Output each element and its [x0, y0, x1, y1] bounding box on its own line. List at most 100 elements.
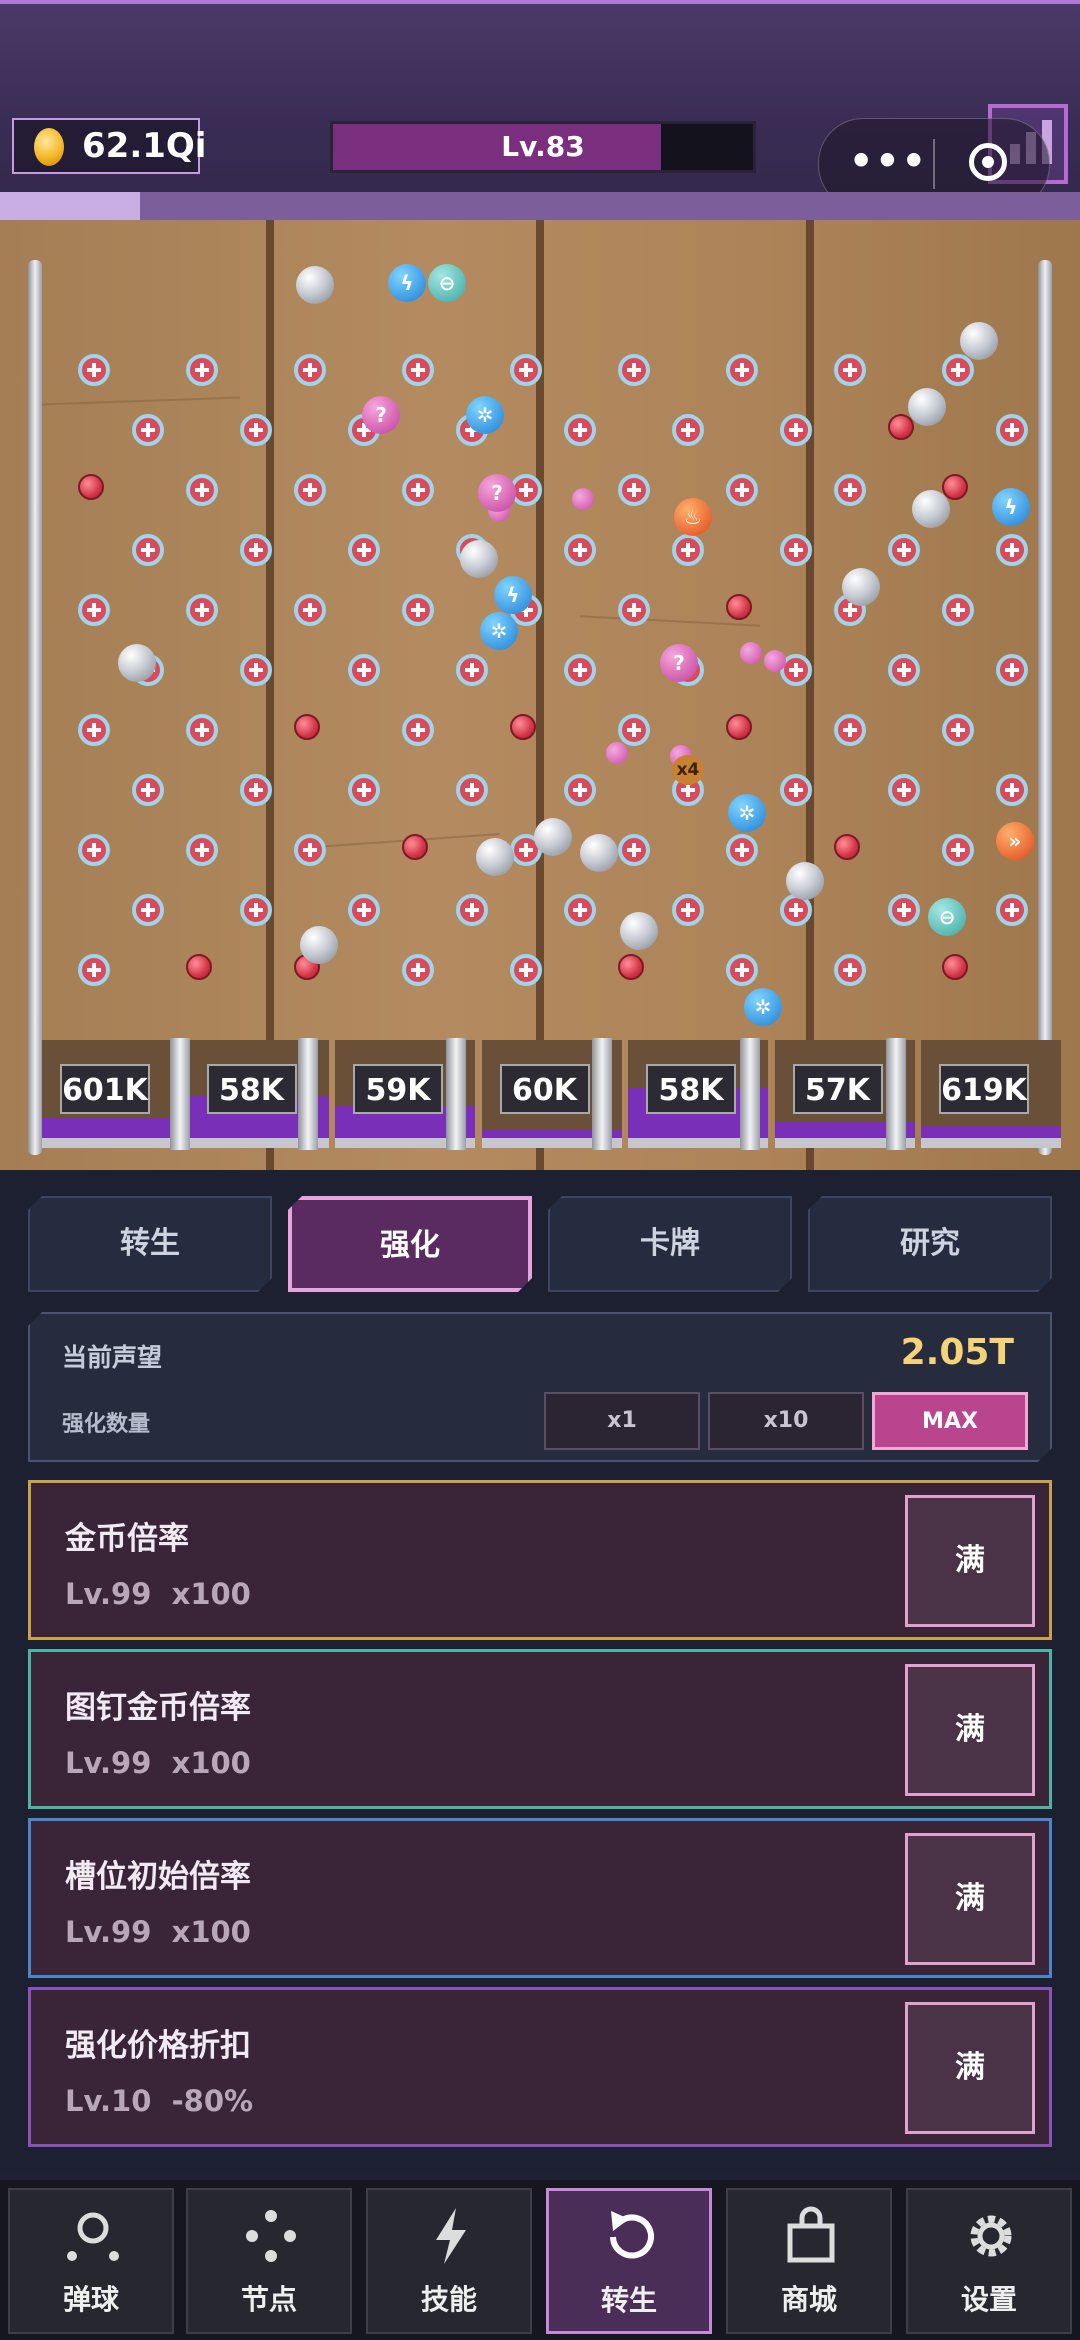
teal-orb: ⊖: [928, 898, 966, 936]
close-target-icon[interactable]: [969, 143, 1007, 181]
peg: [402, 354, 434, 386]
reputation-label: 当前声望: [62, 1343, 163, 1372]
bumper-dot: [942, 474, 968, 500]
slot-value: 58K: [206, 1064, 297, 1114]
peg: [402, 594, 434, 626]
lightning-orb: ϟ: [388, 264, 426, 302]
quantity-x10-button[interactable]: x10: [708, 1392, 864, 1450]
silver-ball: [300, 926, 338, 964]
peg: [834, 954, 866, 986]
peg: [240, 534, 272, 566]
pachinko-board[interactable]: ϟ ⊖? ✲? ♨ ϟ ϟ ✲? ✲» ⊖ ✲ 601K 58K 59K 60K 58K 57K 619K x…: [0, 220, 1080, 1170]
peg: [672, 414, 704, 446]
silver-ball: [118, 644, 156, 682]
snowflake-orb: ✲: [466, 396, 504, 434]
multiplier-badge: x4: [672, 755, 704, 785]
silver-ball: [908, 388, 946, 426]
nav-settings[interactable]: 设置: [906, 2188, 1072, 2334]
quantity-x1-button[interactable]: x1: [544, 1392, 700, 1450]
tab-rebirth[interactable]: 转生: [28, 1196, 272, 1292]
peg: [240, 654, 272, 686]
upgrade-level: Lv.99 x100: [65, 1746, 251, 1780]
quantity-label: 强化数量: [62, 1412, 151, 1437]
peg: [618, 474, 650, 506]
peg: [132, 534, 164, 566]
lightning-orb: ϟ: [494, 576, 532, 614]
silver-ball: [476, 838, 514, 876]
nav-pinball[interactable]: 弹球: [8, 2188, 174, 2334]
peg: [564, 534, 596, 566]
nav-skills[interactable]: 技能: [366, 2188, 532, 2334]
nav-shop[interactable]: 商城: [726, 2188, 892, 2334]
upgrade-card-2: 槽位初始倍率 Lv.99 x100 满: [28, 1818, 1052, 1978]
peg: [888, 534, 920, 566]
peg: [294, 354, 326, 386]
right-rail: [1038, 260, 1052, 1155]
coin-counter: 62.1Qi: [12, 118, 206, 174]
peg: [996, 654, 1028, 686]
peg: [888, 774, 920, 806]
nav-label: 节点: [240, 2283, 297, 2316]
silver-ball: [786, 862, 824, 900]
peg: [78, 594, 110, 626]
peg: [780, 774, 812, 806]
upgrade-card-0: 金币倍率 Lv.99 x100 满: [28, 1480, 1052, 1640]
peg: [348, 774, 380, 806]
peg: [456, 774, 488, 806]
peg: [834, 474, 866, 506]
peg: [942, 594, 974, 626]
fire-orb: »: [996, 822, 1034, 860]
bumper-dot: [942, 954, 968, 980]
bumper-dot: [618, 954, 644, 980]
slot-post: [740, 1038, 760, 1150]
peg: [186, 714, 218, 746]
peg: [294, 834, 326, 866]
slot-value: 60K: [499, 1064, 590, 1114]
nav-label: 设置: [960, 2283, 1017, 2316]
pink-orb: ?: [478, 474, 516, 512]
top-header: 62.1Qi Lv.83 •••: [0, 0, 1080, 222]
wave-progress-bar: [0, 192, 1080, 222]
silver-ball: [460, 540, 498, 578]
tab-enhance[interactable]: 强化: [288, 1196, 532, 1292]
fire-orb: ♨: [674, 498, 712, 536]
peg: [186, 834, 218, 866]
lightning-icon: [436, 2208, 466, 2264]
upgrade-max-button[interactable]: 满: [905, 1495, 1035, 1627]
gear-icon: [970, 2215, 1012, 2257]
upgrade-max-button[interactable]: 满: [905, 1664, 1035, 1796]
coin-icon: [34, 128, 64, 166]
more-icon[interactable]: •••: [849, 141, 926, 185]
tab-cards[interactable]: 卡牌: [548, 1196, 792, 1292]
upgrade-name: 强化价格折扣: [65, 2028, 251, 2064]
peg: [402, 714, 434, 746]
peg: [672, 894, 704, 926]
nav-nodes[interactable]: 节点: [186, 2188, 352, 2334]
peg: [618, 594, 650, 626]
slot-post: [170, 1038, 190, 1150]
bumper-dot: [294, 714, 320, 740]
score-slot: 619K: [921, 1040, 1061, 1148]
wall-crack: [300, 833, 500, 849]
bumper-dot: [186, 954, 212, 980]
wave-progress-fill: [0, 192, 141, 222]
peg: [996, 534, 1028, 566]
small-pink-ball: [572, 488, 594, 510]
nav-rebirth[interactable]: 转生: [546, 2188, 712, 2334]
bumper-dot: [402, 834, 428, 860]
upgrade-level: Lv.10 -80%: [65, 2084, 254, 2118]
peg: [78, 954, 110, 986]
tab-research[interactable]: 研究: [808, 1196, 1052, 1292]
upgrade-max-button[interactable]: 满: [905, 1833, 1035, 1965]
upgrade-name: 金币倍率: [65, 1521, 189, 1557]
quantity-max-button[interactable]: MAX: [872, 1392, 1028, 1450]
reputation-box: 当前声望 2.05T 强化数量 x1 x10 MAX: [28, 1312, 1052, 1462]
bumper-dot: [726, 714, 752, 740]
score-slot: 601K: [42, 1040, 182, 1148]
upgrade-max-button[interactable]: 满: [905, 2002, 1035, 2134]
silver-ball: [620, 912, 658, 950]
peg: [726, 354, 758, 386]
peg: [672, 534, 704, 566]
peg: [726, 474, 758, 506]
upgrade-panel: 转生 强化 卡牌 研究 当前声望 2.05T 强化数量 x1 x10 MAX 金…: [0, 1170, 1080, 2170]
